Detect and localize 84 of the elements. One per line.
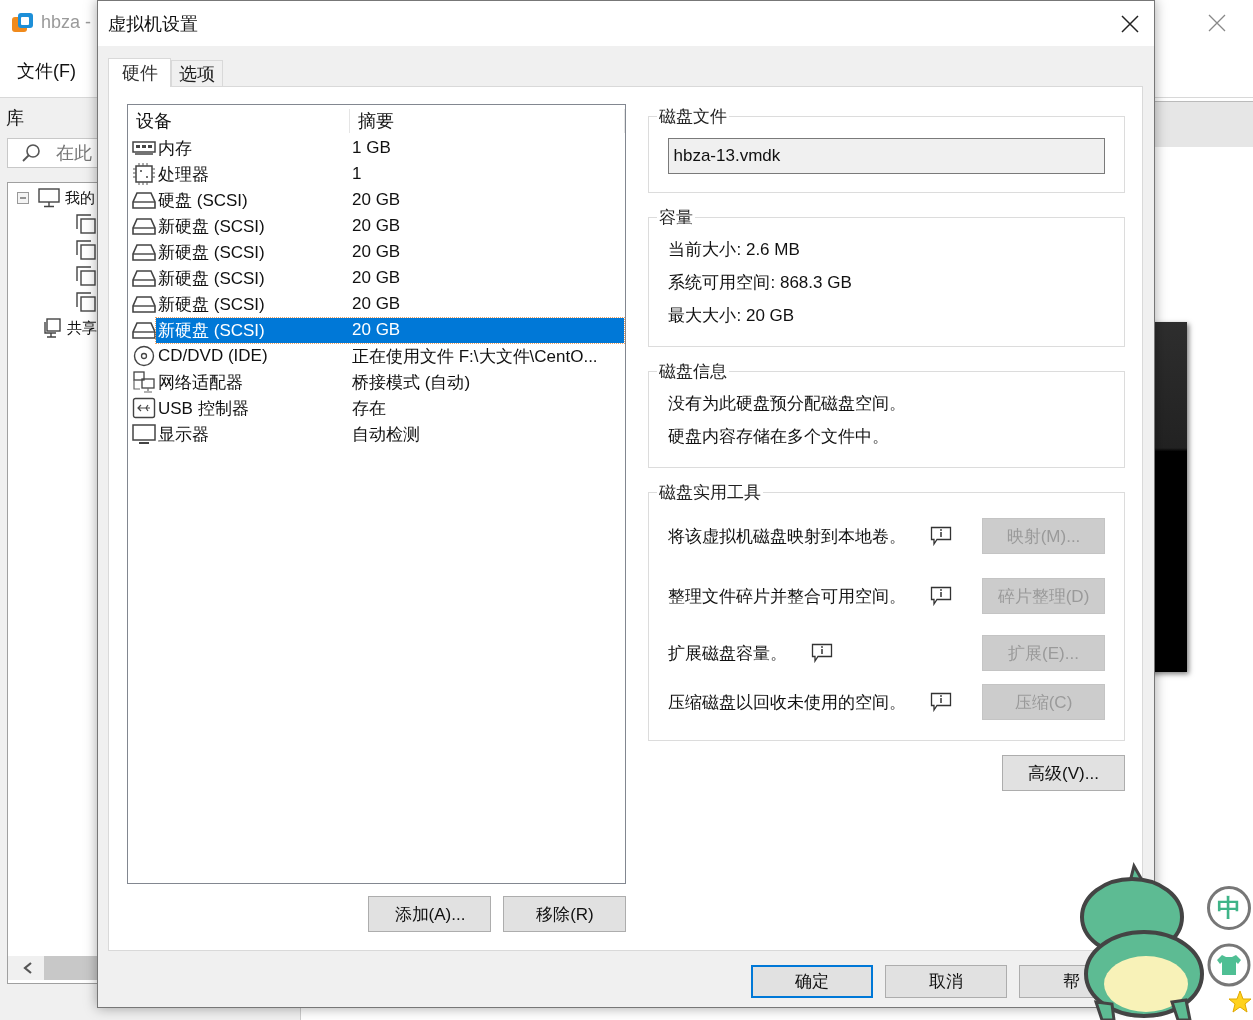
utility-text: 扩展磁盘容量。	[668, 642, 788, 665]
tab[interactable]: 硬件	[108, 58, 171, 87]
device-name: 硬盘 (SCSI)	[157, 189, 249, 212]
device-row[interactable]: 处理器 1	[156, 161, 625, 187]
capacity-text: 当前大小: 2.6 MB	[668, 239, 801, 260]
column-header[interactable]: 摘要	[349, 109, 626, 133]
search-icon	[21, 143, 41, 163]
vm-icon[interactable]	[75, 291, 97, 313]
device-summary: 1	[351, 164, 362, 184]
device-summary: 存在	[351, 397, 386, 420]
device-name: 新硬盘 (SCSI)	[157, 293, 266, 316]
memory-icon	[132, 141, 156, 155]
capacity-text: 系统可用空间: 868.3 GB	[668, 272, 853, 293]
group-title: 磁盘实用工具	[658, 482, 763, 504]
disk-file-field[interactable]: hbza-13.vmdk	[668, 138, 1105, 174]
star-icon	[1228, 990, 1252, 1014]
device-row[interactable]: 硬盘 (SCSI) 20 GB	[156, 187, 625, 213]
device-row[interactable]: 新硬盘 (SCSI) 20 GB	[156, 317, 625, 343]
dialog-button[interactable]: 确定	[751, 965, 873, 998]
dialog-title: 虚拟机设置	[108, 12, 198, 36]
usb-icon	[132, 397, 156, 419]
advanced-button[interactable]: 高级(V)...	[1002, 755, 1125, 791]
device-summary: 20 GB	[351, 242, 401, 262]
app-title: hbza -	[41, 12, 92, 33]
group-title: 磁盘文件	[658, 106, 729, 128]
device-name: 新硬盘 (SCSI)	[157, 241, 266, 264]
close-icon[interactable]	[1121, 14, 1139, 33]
utility-text: 将该虚拟机磁盘映射到本地卷。	[668, 525, 907, 548]
dialog-button[interactable]: 取消	[885, 965, 1007, 998]
library-title: 库	[5, 107, 25, 130]
scroll-left-icon[interactable]	[22, 961, 34, 975]
device-summary: 正在使用文件 F:\大文件\CentO...	[351, 345, 598, 368]
device-name: 新硬盘 (SCSI)	[157, 215, 266, 238]
device-name: USB 控制器	[157, 397, 250, 420]
device-summary: 1 GB	[351, 138, 391, 158]
group-title: 磁盘信息	[658, 361, 729, 383]
device-summary: 20 GB	[351, 268, 401, 288]
device-name: CD/DVD (IDE)	[157, 346, 269, 366]
disk-info-text: 硬盘内容存储在多个文件中。	[668, 426, 891, 447]
device-row[interactable]: 显示器 自动检测	[156, 421, 625, 447]
collapse-icon[interactable]	[17, 192, 29, 204]
dialog-button[interactable]: 移除(R)	[503, 896, 627, 932]
device-name: 新硬盘 (SCSI)	[157, 319, 266, 342]
disk-info-text: 没有为此硬盘预分配磁盘空间。	[668, 393, 908, 414]
vm-icon[interactable]	[75, 265, 97, 287]
device-row[interactable]: 新硬盘 (SCSI) 20 GB	[156, 291, 625, 317]
utility-text: 压缩磁盘以回收未使用的空间。	[668, 691, 907, 714]
network-icon	[132, 371, 156, 393]
device-row[interactable]: 网络适配器 桥接模式 (自动)	[156, 369, 625, 395]
device-name: 网络适配器	[157, 371, 244, 394]
column-header[interactable]: 设备	[128, 109, 349, 133]
app-logo-icon	[11, 10, 35, 35]
device-summary: 20 GB	[351, 190, 401, 210]
device-name: 显示器	[157, 423, 210, 446]
vm-icon[interactable]	[75, 213, 97, 235]
tree-item[interactable]: 我的	[65, 188, 95, 208]
device-row[interactable]: CD/DVD (IDE) 正在使用文件 F:\大文件\CentO...	[156, 343, 625, 369]
group-title: 容量	[658, 207, 695, 229]
shirt-icon[interactable]	[1207, 943, 1251, 987]
capacity-text: 最大大小: 20 GB	[668, 305, 796, 326]
device-row[interactable]: 内存 1 GB	[156, 135, 625, 161]
device-summary: 20 GB	[351, 320, 401, 340]
vm-icon[interactable]	[75, 239, 97, 261]
device-row[interactable]: 新硬盘 (SCSI) 20 GB	[156, 265, 625, 291]
dialog-button[interactable]: 添加(A)...	[368, 896, 492, 932]
monitor-icon	[38, 188, 60, 208]
device-name: 内存	[157, 137, 193, 160]
device-row[interactable]: USB 控制器 存在	[156, 395, 625, 421]
device-summary: 20 GB	[351, 216, 401, 236]
device-summary: 自动检测	[351, 423, 420, 446]
device-name: 处理器	[157, 163, 210, 186]
device-summary: 桥接模式 (自动)	[351, 371, 471, 394]
device-summary: 20 GB	[351, 294, 401, 314]
chip-icon	[132, 163, 156, 185]
tab[interactable]: 选项	[171, 60, 223, 86]
tree-item[interactable]: 共享	[67, 318, 97, 338]
device-row[interactable]: 新硬盘 (SCSI) 20 GB	[156, 213, 625, 239]
menu-item[interactable]: 文件(F)	[17, 59, 76, 83]
disc-icon	[132, 345, 156, 367]
device-row[interactable]: 新硬盘 (SCSI) 20 GB	[156, 239, 625, 265]
device-name: 新硬盘 (SCSI)	[157, 267, 266, 290]
utility-text: 整理文件碎片并整合可用空间。	[668, 585, 907, 608]
monitor-icon	[132, 423, 156, 445]
shared-vm-icon	[42, 318, 62, 338]
